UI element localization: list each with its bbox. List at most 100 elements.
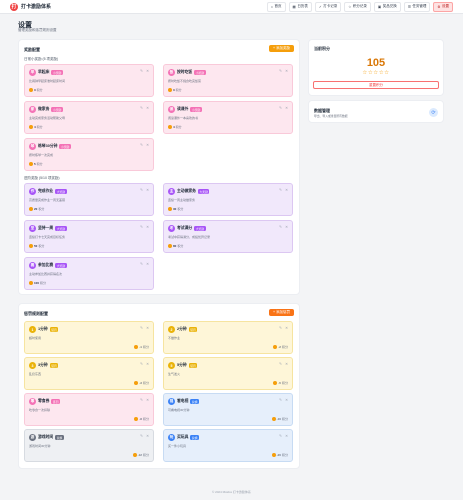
add-penalty-button[interactable]: + 添加惩罚: [268, 309, 294, 316]
delete-icon[interactable]: ✕: [285, 225, 288, 229]
delete-icon[interactable]: ✕: [285, 69, 288, 73]
penalty-item-card[interactable]: 1 1分钟 惩罚 ✎ ✕ 超时使用 -1 积分: [24, 321, 154, 354]
panel-title: 当前积分: [314, 46, 330, 51]
card-header: 坚坚持一周 大奖励: [29, 225, 149, 232]
delete-icon[interactable]: ✕: [146, 143, 149, 147]
item-description: 游戏时间30分钟: [29, 444, 51, 448]
add-reward-button[interactable]: + 添加奖励: [268, 45, 294, 52]
penalty-item-card[interactable]: 游游戏时间 兑换 ✎ ✕ 游戏时间30分钟 -12 积分: [24, 429, 154, 462]
delete-icon[interactable]: ✕: [146, 326, 149, 330]
edit-icon[interactable]: ✎: [140, 434, 143, 438]
card-header: 早早起床 小奖励: [29, 69, 149, 76]
edit-icon[interactable]: ✎: [279, 106, 282, 110]
item-tag: 小奖励: [59, 144, 71, 149]
nav-item-settings[interactable]: ⚙ 设置: [433, 1, 453, 12]
delete-icon[interactable]: ✕: [285, 188, 288, 192]
item-tag: 小奖励: [51, 107, 63, 112]
card-header: 游游戏时间 兑换: [29, 434, 149, 441]
points-value: 30: [173, 207, 177, 211]
edit-icon[interactable]: ✎: [140, 188, 143, 192]
edit-icon[interactable]: ✎: [279, 69, 282, 73]
nav-item-points-records[interactable]: ☆ 积分记录: [344, 1, 371, 12]
nav-menu: ⌂ 首页 ▦ 日历表 ✓ 打卡记录 ☆ 积分记录 ▣ 奖品兑换 ☰ 任务管理 ⚙ 设置: [266, 1, 453, 12]
penalty-item-card[interactable]: 玩买玩具 兑换 ✎ ✕ 买一件小玩具 -20 积分: [163, 429, 293, 462]
coin-icon: [29, 207, 33, 211]
reset-points-button[interactable]: 重置积分: [313, 81, 439, 89]
card-actions: ✎ ✕: [140, 398, 149, 402]
home-icon: ⌂: [270, 4, 274, 9]
delete-icon[interactable]: ✕: [146, 434, 149, 438]
delete-icon[interactable]: ✕: [285, 362, 288, 366]
nav-item-prizes[interactable]: ▣ 奖品兑换: [373, 1, 401, 12]
edit-icon[interactable]: ✎: [140, 326, 143, 330]
penalty-item-card[interactable]: 5 5分钟 惩罚 ✎ ✕ 生气发火 -5 积分: [163, 357, 293, 390]
edit-icon[interactable]: ✎: [279, 398, 282, 402]
delete-icon[interactable]: ✕: [146, 362, 149, 366]
item-tag: 兑换: [190, 399, 199, 404]
item-points: 5 积分: [29, 162, 43, 166]
penalty-item-card[interactable]: 2 2分钟 惩罚 ✎ ✕ 不做作业 -2 积分: [163, 321, 293, 354]
delete-icon[interactable]: ✕: [146, 225, 149, 229]
edit-icon[interactable]: ✎: [279, 434, 282, 438]
delete-icon[interactable]: ✕: [285, 326, 288, 330]
reward-item-card[interactable]: 作完成作业 大奖励 ✎ ✕ 高质量完成作业一周无差错 20 积分: [24, 183, 154, 216]
edit-icon[interactable]: ✎: [279, 362, 282, 366]
points-unit: 积分: [142, 417, 149, 421]
edit-icon[interactable]: ✎: [140, 225, 143, 229]
delete-icon[interactable]: ✕: [146, 106, 149, 110]
points-unit: 积分: [142, 381, 149, 385]
delete-icon[interactable]: ✕: [146, 398, 149, 402]
edit-icon[interactable]: ✎: [140, 398, 143, 402]
points-value: 100: [34, 281, 40, 285]
item-name: 考试满分: [177, 226, 193, 230]
data-management-panel[interactable]: 数据管理 导出、导入或重置所有数据 ⟳: [308, 100, 444, 123]
item-tag: 大奖励: [194, 226, 206, 231]
delete-icon[interactable]: ✕: [146, 262, 149, 266]
avatar: 饭: [168, 69, 175, 76]
points-value: -20: [276, 453, 281, 457]
nav-item-home[interactable]: ⌂ 首页: [266, 1, 286, 12]
edit-icon[interactable]: ✎: [140, 106, 143, 110]
card-actions: ✎ ✕: [279, 434, 288, 438]
reward-item-card[interactable]: 早早起床 小奖励 ✎ ✕ 比闹钟早起床准时起床时间 3 积分: [24, 64, 154, 97]
item-description: 比闹钟早起床准时起床时间: [29, 79, 66, 83]
points-unit: 积分: [281, 417, 288, 421]
reward-item-card[interactable]: 坚坚持一周 大奖励 ✎ ✕ 连续打卡七天完成目标任务 50 积分: [24, 220, 154, 253]
edit-icon[interactable]: ✎: [140, 143, 143, 147]
card-actions: ✎ ✕: [140, 69, 149, 73]
edit-icon[interactable]: ✎: [140, 262, 143, 266]
delete-icon[interactable]: ✕: [146, 188, 149, 192]
card-actions: ✎ ✕: [279, 326, 288, 330]
delete-icon[interactable]: ✕: [285, 106, 288, 110]
item-points: 4 积分: [168, 125, 182, 129]
item-tag: 惩罚: [51, 399, 60, 404]
edit-icon[interactable]: ✎: [279, 225, 282, 229]
penalty-item-card[interactable]: 3 3分钟 惩罚 ✎ ✕ 乱扔东西 -3 积分: [24, 357, 154, 390]
delete-icon[interactable]: ✕: [285, 434, 288, 438]
brand[interactable]: 打 打卡激励体系: [10, 2, 51, 11]
database-icon[interactable]: ⟳: [429, 108, 438, 117]
item-description: 按时练琴一次完成: [29, 153, 54, 157]
points-value: -1: [139, 345, 142, 349]
reward-item-card[interactable]: 饭按时吃饭 小奖励 ✎ ✕ 按时吃饭不挑食吃完饭菜 3 积分: [163, 64, 293, 97]
nav-item-tasks[interactable]: ☰ 任务管理: [403, 1, 431, 12]
nav-item-calendar[interactable]: ▦ 日历表: [288, 1, 312, 12]
coin-icon: [271, 453, 276, 457]
nav-item-checkin-records[interactable]: ✓ 打卡记录: [314, 1, 342, 12]
reward-item-card[interactable]: 赛参加比赛 大奖励 ✎ ✕ 主动参加比赛并获得名次 100 积分: [24, 257, 154, 290]
reward-item-card[interactable]: 考考试满分 大奖励 ✎ ✕ 考试中获得满分，成绩优异记录 80 积分: [163, 220, 293, 253]
reward-item-card[interactable]: 家做家务 小奖励 ✎ ✕ 主动完成家务活动帮助父母 4 积分: [24, 101, 154, 134]
delete-icon[interactable]: ✕: [146, 69, 149, 73]
penalty-item-card[interactable]: 零零食券 惩罚 ✎ ✕ 吃零食一次扣除 -8 积分: [24, 393, 154, 426]
edit-icon[interactable]: ✎: [279, 326, 282, 330]
delete-icon[interactable]: ✕: [285, 398, 288, 402]
reward-item-card[interactable]: 琴练琴30分钟 小奖励 ✎ ✕ 按时练琴一次完成 5 积分: [24, 138, 154, 171]
reward-item-card[interactable]: 读读课外 小奖励 ✎ ✕ 阅读课外一本喜欢的书 4 积分: [163, 101, 293, 134]
penalty-item-card[interactable]: 视看电视 兑换 ✎ ✕ 可看电视30分钟 -10 积分: [163, 393, 293, 426]
coin-icon: [168, 125, 172, 129]
edit-icon[interactable]: ✎: [279, 188, 282, 192]
reward-item-card[interactable]: 主主动做家务 大奖励 ✎ ✕ 连续一周主动做家务 30 积分: [163, 183, 293, 216]
edit-icon[interactable]: ✎: [140, 69, 143, 73]
calendar-icon: ▦: [292, 4, 296, 9]
edit-icon[interactable]: ✎: [140, 362, 143, 366]
